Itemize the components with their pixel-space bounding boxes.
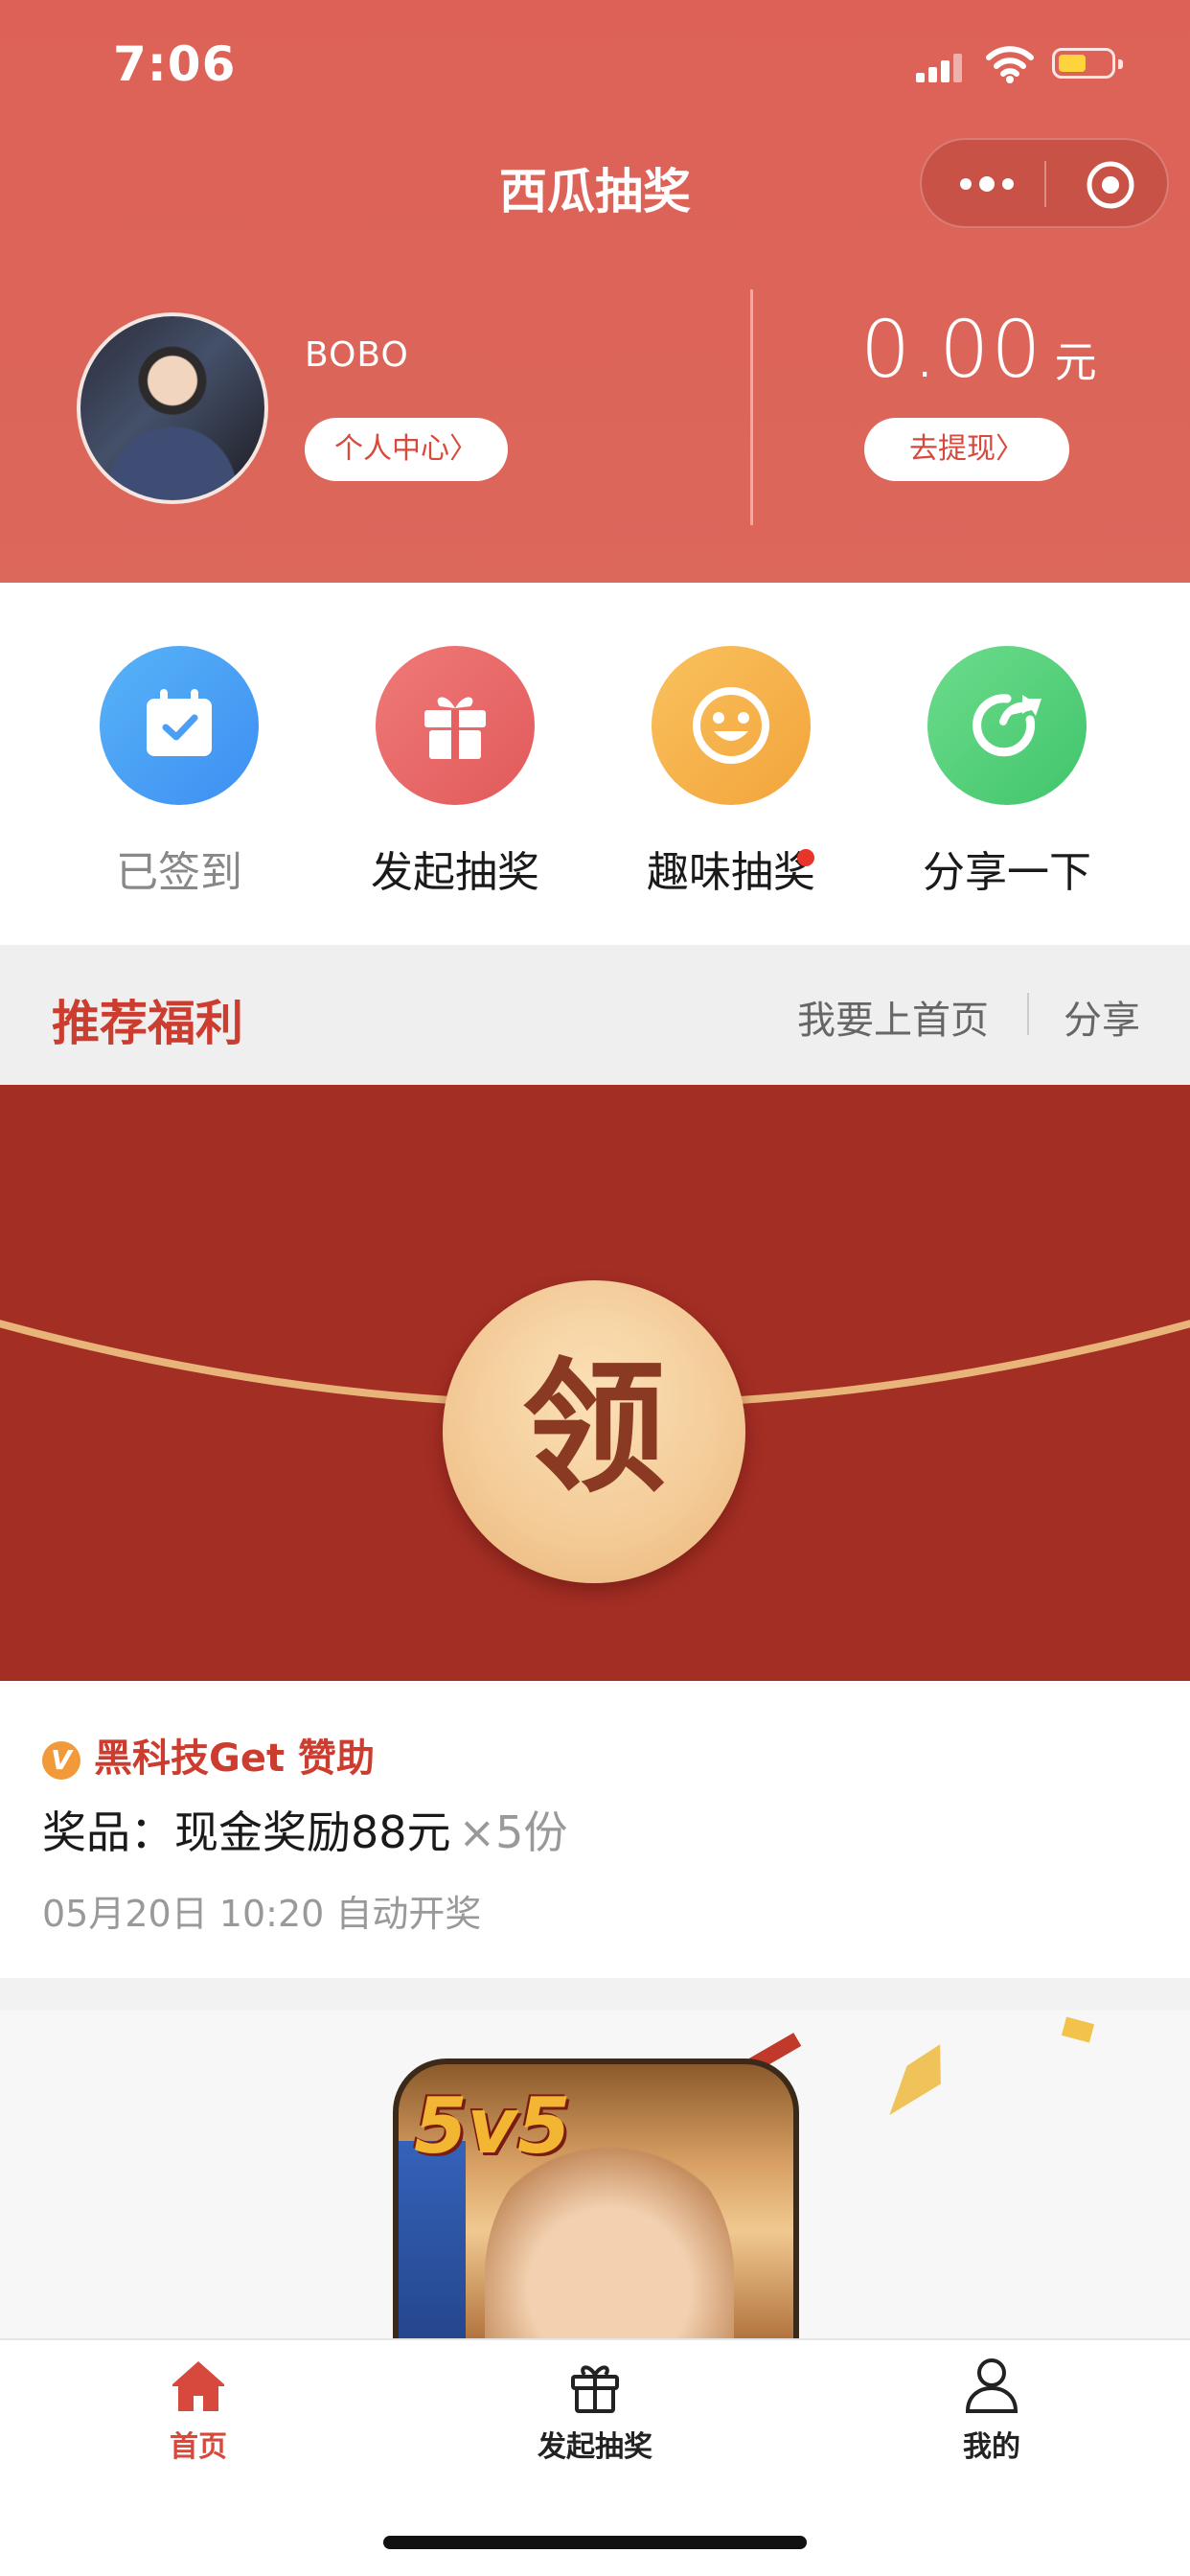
status-time: 7:06 xyxy=(113,36,237,92)
action-checkin[interactable]: 已签到 xyxy=(59,646,299,899)
tab-home[interactable]: 首页 xyxy=(0,2354,397,2465)
section-header: 推荐福利 我要上首页 分享 xyxy=(0,945,1190,1085)
smile-icon xyxy=(652,646,811,805)
action-label: 已签到 xyxy=(116,848,242,897)
header: 7:06 西瓜抽奖 BOBO 个人中心〉 0.00 元 去提现〉 xyxy=(0,0,1190,583)
wallet-balance: 0.00 元 xyxy=(860,305,1097,396)
cellular-signal-icon xyxy=(916,52,966,82)
close-miniprogram-icon[interactable] xyxy=(1085,159,1136,211)
username: BOBO xyxy=(305,335,409,375)
game-app-icon: 5v5 xyxy=(393,2058,799,2338)
red-envelope-banner[interactable]: 领 xyxy=(0,1085,1190,1681)
verified-badge-icon: V xyxy=(42,1741,80,1780)
draw-time: 05月20日 10:20 自动开奖 xyxy=(42,1893,482,1935)
sponsor-name: 黑科技Get 赞助 xyxy=(94,1736,376,1781)
quick-actions: 已签到 发起抽奖 趣味抽奖 分享一下 xyxy=(0,583,1190,945)
card-gap xyxy=(0,1978,1190,2011)
withdraw-button[interactable]: 去提现〉 xyxy=(864,418,1069,481)
gift-icon xyxy=(571,2365,619,2413)
tab-create-lottery[interactable]: 发起抽奖 xyxy=(397,2354,793,2465)
game-logo: 5v5 xyxy=(414,2082,571,2171)
more-icon[interactable] xyxy=(960,169,1014,197)
share-link[interactable]: 分享 xyxy=(1064,989,1140,1045)
profile-center-button[interactable]: 个人中心〉 xyxy=(305,418,508,481)
claim-seal[interactable]: 领 xyxy=(443,1280,745,1583)
calendar-check-icon xyxy=(100,646,259,805)
header-divider xyxy=(750,289,753,525)
notification-dot xyxy=(797,849,814,866)
user-icon xyxy=(965,2358,1018,2413)
tab-label: 发起抽奖 xyxy=(538,2430,652,2464)
balance-amount: 0.00 xyxy=(860,305,1043,396)
prize-quantity: ×5份 xyxy=(458,1806,568,1858)
tab-mine[interactable]: 我的 xyxy=(793,2354,1190,2465)
claim-seal-char: 领 xyxy=(521,1344,666,1512)
action-label: 趣味抽奖 xyxy=(647,848,815,897)
action-fun-lottery[interactable]: 趣味抽奖 xyxy=(611,646,851,899)
action-share[interactable]: 分享一下 xyxy=(887,646,1127,899)
home-icon xyxy=(172,2361,224,2411)
section-title: 推荐福利 xyxy=(52,995,243,1051)
tab-label: 我的 xyxy=(963,2430,1020,2464)
action-create-lottery[interactable]: 发起抽奖 xyxy=(335,646,575,899)
prize-description: 奖品：现金奖励88元 xyxy=(42,1806,451,1858)
miniprogram-capsule xyxy=(920,138,1169,228)
avatar[interactable] xyxy=(77,312,268,504)
app-screen: 7:06 西瓜抽奖 BOBO 个人中心〉 0.00 元 去提现〉 已签到 发起抽… xyxy=(0,0,1190,2576)
prize-card[interactable]: V 黑科技Get 赞助 奖品：现金奖励88元 ×5份 05月20日 10:20 自动… xyxy=(0,1681,1190,1978)
game-banner[interactable]: 5v5 xyxy=(0,2011,1190,2338)
wifi-icon xyxy=(986,46,1034,83)
share-arrow-icon xyxy=(927,646,1087,805)
apply-homepage-link[interactable]: 我要上首页 xyxy=(797,989,989,1045)
home-indicator[interactable] xyxy=(383,2536,807,2549)
action-label: 分享一下 xyxy=(923,848,1091,897)
gift-icon xyxy=(376,646,535,805)
tab-label: 首页 xyxy=(170,2430,227,2464)
link-divider xyxy=(1027,993,1029,1035)
balance-unit: 元 xyxy=(1054,338,1097,387)
sponsor-line: V 黑科技Get 赞助 xyxy=(42,1727,375,1782)
prize-line: 奖品：现金奖励88元 ×5份 xyxy=(42,1798,567,1861)
battery-icon xyxy=(1052,48,1123,79)
action-label: 发起抽奖 xyxy=(371,848,539,897)
